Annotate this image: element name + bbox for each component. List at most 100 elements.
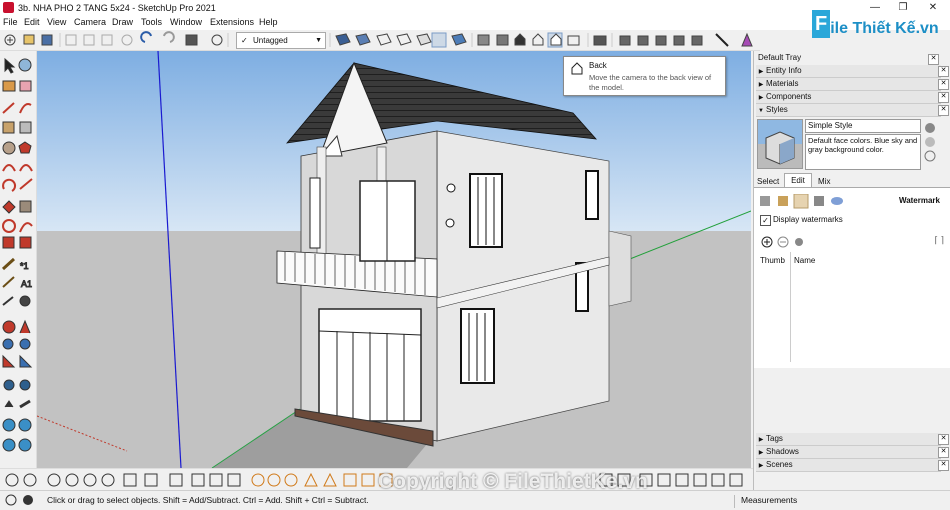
close-icon[interactable]: ✕ [938, 66, 949, 77]
circle-icon [2, 141, 16, 155]
tab-edit[interactable]: Edit [784, 173, 812, 188]
menu-edit[interactable]: Edit [24, 17, 40, 27]
section-scenes[interactable]: ▶ Scenes ✕ [756, 459, 949, 472]
view-tool-icon [23, 473, 37, 487]
undo-icon [140, 31, 152, 43]
default-tray: Default Tray ✕ ▶ Entity Info ✕ ▶ Materials… [753, 51, 950, 490]
menu-view[interactable]: View [47, 17, 66, 27]
close-icon[interactable]: ✕ [938, 434, 949, 445]
decor-panel [309, 177, 321, 249]
back-view-icon [571, 62, 583, 75]
menu-help[interactable]: Help [259, 17, 278, 27]
instructor-icon [23, 495, 33, 505]
close-icon[interactable]: ✕ [938, 447, 949, 458]
main-toolbar [0, 30, 760, 51]
pencil-icon [715, 33, 729, 47]
tape-measure-icon [1, 257, 16, 271]
round-vent-2 [445, 218, 455, 228]
top-view-icon [496, 34, 509, 46]
back-icon [711, 473, 725, 487]
menu-file[interactable]: File [3, 17, 18, 27]
tab-select[interactable]: Select [757, 177, 779, 186]
save-icon [41, 34, 53, 46]
right-icon [693, 473, 707, 487]
right-view-icon [532, 33, 544, 46]
xray-icon [376, 33, 392, 46]
sandbox-scratch-icon [18, 418, 32, 432]
menu-camera[interactable]: Camera [74, 17, 106, 27]
tab-mix[interactable]: Mix [818, 177, 830, 186]
close-icon[interactable]: ✕ [938, 92, 949, 103]
section-materials[interactable]: ▶ Materials ✕ [756, 78, 949, 91]
3d-text-icon [19, 295, 31, 307]
tray-close-icon[interactable]: ✕ [928, 54, 939, 65]
share-model-icon [637, 35, 649, 46]
close-icon[interactable]: ✕ [938, 105, 949, 116]
close-icon[interactable]: ✕ [938, 460, 949, 471]
walkthrough-icon [123, 473, 137, 487]
intersect-icon [227, 473, 241, 487]
close-icon[interactable]: ✕ [938, 79, 949, 90]
polygon-icon [18, 141, 32, 154]
background-settings-icon [793, 194, 809, 209]
solid-union-icon [267, 473, 281, 487]
modeling-settings-icon [831, 197, 843, 205]
face-settings-icon [778, 196, 788, 206]
rotate-icon [2, 219, 16, 233]
watermark-actions [761, 236, 803, 248]
checkmark-icon: ✓ [241, 36, 248, 45]
section-styles[interactable]: ▼ Styles ✕ [756, 104, 949, 117]
stamp-icon [18, 438, 32, 452]
filethietke-logo: File Thiết Kế.vn [812, 10, 939, 40]
back-view-tooltip: Back Move the camera to the back view of… [563, 56, 726, 96]
style-name-field[interactable]: Simple Style [805, 119, 921, 133]
tag-dropdown-value: Untagged [253, 36, 288, 45]
zoom-window-icon [19, 338, 31, 350]
freehand-icon [19, 103, 32, 114]
model-viewport[interactable] [37, 51, 751, 468]
status-bar: Click or drag to select objects. Shift =… [0, 490, 950, 510]
section-icon [19, 399, 31, 409]
two-point-arc-icon [19, 164, 33, 172]
section-components[interactable]: ▶ Components ✕ [756, 91, 949, 104]
menu-draw[interactable]: Draw [112, 17, 133, 27]
section-tags[interactable]: ▶ Tags ✕ [756, 433, 949, 446]
sandbox-tool-icon [5, 473, 19, 487]
left-icon [729, 473, 743, 487]
orbit-tool-icon [47, 473, 61, 487]
front-view-icon [514, 33, 526, 46]
move-icon [2, 200, 16, 214]
tag-dropdown[interactable]: ✓ Untagged ▼ [236, 32, 326, 49]
section-entity-info[interactable]: ▶ Entity Info ✕ [756, 65, 949, 78]
select-icon [4, 57, 16, 74]
move-up-down-icon[interactable]: ⌈ ⌉ [934, 235, 944, 246]
outer-shell-icon [209, 473, 223, 487]
layout-icon [691, 35, 703, 46]
zoom-extents-icon [2, 354, 16, 368]
sandbox-add-detail-icon [361, 473, 375, 487]
large-toolset-icons: *1 A1 [1, 57, 33, 452]
top-icon [657, 473, 671, 487]
shaded-icon [335, 33, 351, 46]
zoom-tool-icon [83, 473, 97, 487]
open-icon [23, 34, 35, 45]
section-shadows[interactable]: ▶ Shadows ✕ [756, 446, 949, 459]
pan-tool-icon [65, 473, 79, 487]
left-view-icon [567, 35, 580, 46]
menu-window[interactable]: Window [170, 17, 202, 27]
menu-extensions[interactable]: Extensions [210, 17, 254, 27]
tooltip-title: Back [589, 61, 607, 70]
edit-settings-icon [795, 238, 803, 246]
share-component-icon [655, 35, 667, 46]
display-watermarks-checkbox[interactable]: ✓ [760, 215, 771, 226]
menu-tools[interactable]: Tools [141, 17, 162, 27]
chevron-down-icon: ▼ [315, 37, 322, 44]
model-info-icon [211, 34, 223, 46]
tray-title: Default Tray [758, 53, 802, 62]
create-style-icon [925, 137, 935, 147]
solid-subtract-icon [284, 473, 298, 487]
style-description-field[interactable]: Default face colors. Blue sky and gray b… [805, 134, 921, 170]
textured-icon [355, 33, 371, 46]
eraser-icon [19, 80, 32, 92]
iso-view-icon [477, 34, 490, 46]
